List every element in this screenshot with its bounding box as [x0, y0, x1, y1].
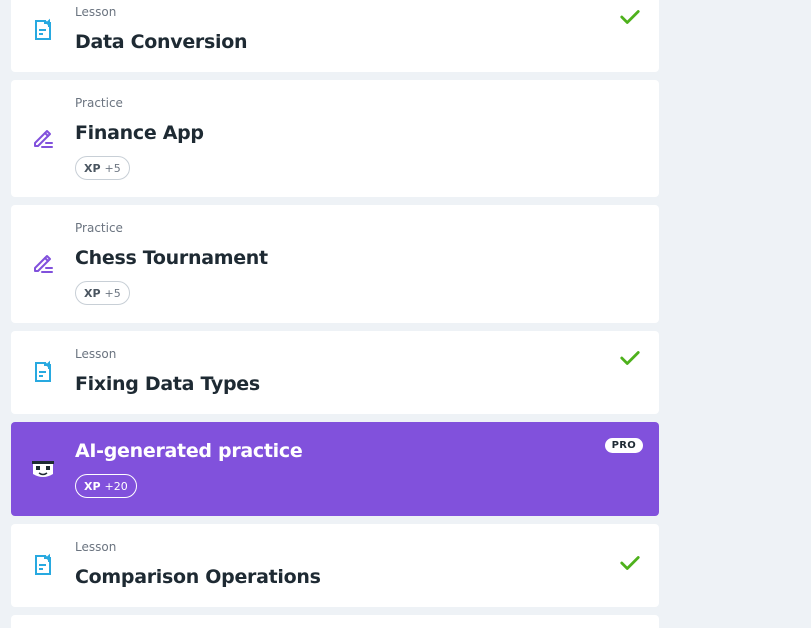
item-title: Data Conversion [75, 31, 248, 53]
xp-label: XP [84, 286, 101, 300]
pencil-edit-icon [34, 130, 53, 148]
xp-badge: XP +20 [75, 474, 137, 498]
lesson-item-fixing-data-types[interactable]: Lesson Fixing Data Types [11, 331, 659, 414]
xp-label: XP [84, 479, 101, 493]
lesson-note-icon [35, 360, 51, 382]
item-type-label: Lesson [75, 5, 117, 19]
ai-practice-item[interactable]: AI-generated practice XP +20 PRO [11, 422, 659, 516]
item-type-label: Practice [75, 221, 123, 235]
pro-badge: PRO [604, 438, 643, 453]
lesson-item-data-conversion[interactable]: Lesson Data Conversion [11, 0, 659, 72]
xp-value: +20 [104, 479, 128, 493]
item-title: Comparison Operations [75, 566, 321, 588]
practice-item-chess-tournament[interactable]: Practice Chess Tournament XP +5 [11, 205, 659, 323]
pencil-edit-icon [34, 255, 53, 273]
xp-label: XP [84, 161, 101, 175]
practice-item-finance-app[interactable]: Practice Finance App XP +5 [11, 80, 659, 197]
lesson-list: Lesson Data Conversion Practice Finance … [0, 0, 811, 628]
item-title: Chess Tournament [75, 247, 268, 269]
checkmark-icon [620, 10, 640, 24]
xp-badge: XP +5 [75, 156, 130, 180]
item-type-label: Practice [75, 96, 123, 110]
xp-value: +5 [104, 286, 121, 300]
checkmark-icon [620, 351, 640, 365]
checkmark-icon [620, 556, 640, 570]
xp-badge: XP +5 [75, 281, 130, 305]
next-item-card[interactable] [11, 615, 659, 628]
lesson-note-icon [35, 18, 51, 40]
item-title: Fixing Data Types [75, 373, 260, 395]
item-title: Finance App [75, 122, 204, 144]
lesson-item-comparison-operations[interactable]: Lesson Comparison Operations [11, 524, 659, 607]
xp-value: +5 [104, 161, 121, 175]
lesson-note-icon [35, 553, 51, 575]
item-title: AI-generated practice [75, 440, 303, 462]
item-type-label: Lesson [75, 347, 117, 361]
item-type-label: Lesson [75, 540, 117, 554]
ai-bot-face-icon [32, 461, 54, 477]
